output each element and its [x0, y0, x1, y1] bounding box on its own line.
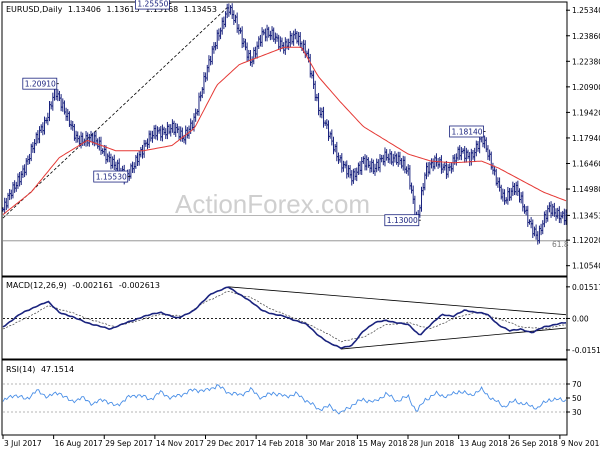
- rsi-header: RSI(14) 47.1514: [6, 365, 74, 374]
- x-tick-label: 30 Mar 2018: [308, 439, 356, 448]
- rsi-y-tick-label: 30: [572, 408, 582, 417]
- price-y-tick-label: 1.25340: [572, 6, 600, 15]
- macd-label: MACD(12,26,9): [6, 281, 67, 290]
- price-annotation: 1.15530: [93, 170, 130, 183]
- price-y-tick-label: 1.19420: [572, 108, 600, 117]
- price-y-tick-label: 1.16460: [572, 159, 600, 168]
- price-y-tick-label: 1.23860: [572, 32, 600, 41]
- macd-header: MACD(12,26,9) -0.002161 -0.002613: [6, 281, 160, 290]
- x-tick-label: 14 Nov 2017: [156, 439, 204, 448]
- price-annotation: 1.25550: [134, 0, 172, 10]
- watermark: ActionForex.com: [175, 189, 370, 219]
- price-y-tick-label: 1.17940: [572, 134, 600, 143]
- price-annotation-label: 1.20910: [25, 80, 56, 89]
- price-y-tick-label: 1.20900: [572, 83, 600, 92]
- x-tick-label: 28 Jun 2018: [409, 439, 454, 448]
- rsi-value: 47.1514: [41, 365, 74, 374]
- price-y-tick-label: 1.12020: [572, 236, 600, 245]
- macd-y-tick-label: -0.015126: [572, 346, 600, 355]
- x-tick-label: 14 Feb 2018: [257, 439, 304, 448]
- x-tick-label: 29 Sep 2017: [105, 439, 153, 448]
- symbol-label: EURUSD,Daily: [6, 5, 63, 14]
- x-tick-label: 15 May 2018: [358, 439, 407, 448]
- price-annotation-label: 1.18140: [452, 127, 483, 136]
- price-y-tick-label: 1.22380: [572, 57, 600, 66]
- price-header: EURUSD,Daily 1.13406 1.13613 1.13168 1.1…: [6, 5, 217, 14]
- close-value: 1.13453: [184, 5, 217, 14]
- price-annotation: 1.20910: [22, 77, 59, 90]
- x-tick-label: 13 Aug 2018: [460, 439, 508, 448]
- x-tick-label: 26 Sep 2018: [510, 439, 558, 448]
- x-tick-label: 29 Dec 2017: [207, 439, 255, 448]
- fib-level-label: 61.8: [552, 240, 569, 249]
- macd-signal-value: -0.002613: [119, 281, 160, 290]
- x-tick-label: 3 Jul 2017: [4, 439, 42, 448]
- price-annotation-label: 1.25550: [137, 0, 168, 9]
- price-y-tick-label: 1.13453: [572, 211, 600, 220]
- forex-chart: EURUSD,Daily 1.13406 1.13613 1.13168 1.1…: [0, 0, 600, 450]
- price-annotation: 1.18140: [449, 125, 486, 138]
- price-annotation: 1.13000: [384, 214, 421, 227]
- rsi-y-tick-label: 70: [572, 380, 582, 389]
- x-tick-label: 9 Nov 2018: [561, 439, 600, 448]
- rsi-label: RSI(14): [6, 365, 35, 374]
- chart-background: [0, 0, 600, 450]
- price-y-tick-label: 1.10540: [572, 262, 600, 271]
- price-y-tick-label: 1.14980: [572, 185, 600, 194]
- macd-y-tick-label: 0.015178: [572, 283, 600, 292]
- price-annotation-label: 1.13000: [387, 216, 418, 225]
- macd-y-tick-label: 0.00: [572, 314, 589, 323]
- rsi-y-tick-label: 50: [572, 394, 582, 403]
- x-tick-label: 16 Aug 2017: [55, 439, 103, 448]
- high-value: 1.13613: [107, 5, 140, 14]
- open-value: 1.13406: [68, 5, 101, 14]
- macd-value: -0.002161: [72, 281, 113, 290]
- price-annotation-label: 1.15530: [96, 173, 127, 182]
